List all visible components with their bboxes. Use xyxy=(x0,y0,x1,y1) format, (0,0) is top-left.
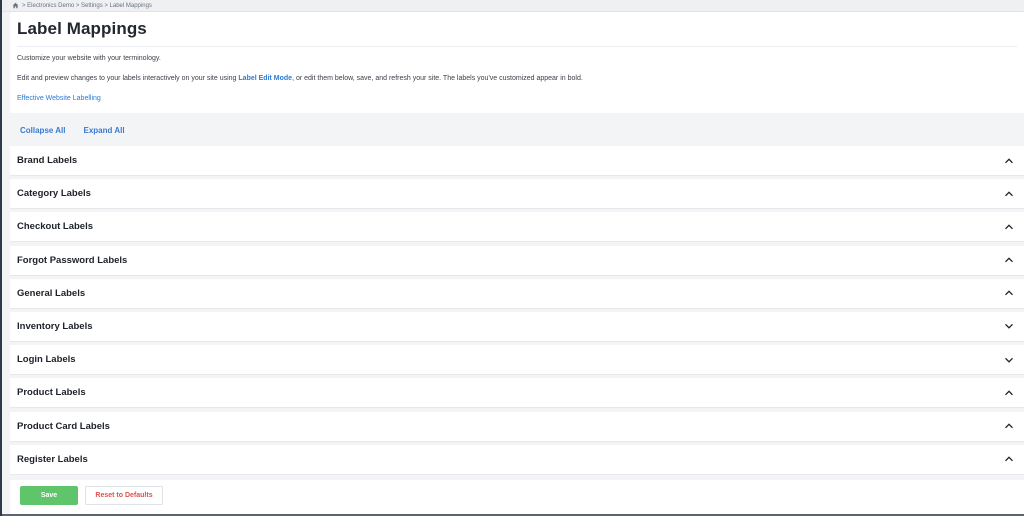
chevron-down-icon[interactable] xyxy=(1003,320,1015,332)
label-edit-mode-link[interactable]: Label Edit Mode xyxy=(238,75,292,82)
accordion-section[interactable]: Register Labels xyxy=(10,444,1024,474)
breadcrumb: > Electronics Demo > Settings > Label Ma… xyxy=(2,0,1024,12)
page-title: Label Mappings xyxy=(17,19,147,38)
save-button[interactable]: Save xyxy=(20,486,78,505)
accordion-section[interactable]: Product Card Labels xyxy=(10,411,1024,441)
accordion-section[interactable]: Brand Labels xyxy=(10,146,1024,175)
footer-actions: Save Reset to Defaults xyxy=(10,480,1024,514)
accordion-section[interactable]: Checkout Labels xyxy=(10,212,1024,242)
section-title: Register Labels xyxy=(17,453,88,465)
chevron-up-icon[interactable] xyxy=(1003,155,1015,167)
section-title: General Labels xyxy=(17,287,86,299)
expand-collapse-controls: Collapse All Expand All xyxy=(20,126,125,135)
description-before: Edit and preview changes to your labels … xyxy=(17,75,239,82)
header-card: Label Mappings Customize your website wi… xyxy=(10,12,1024,113)
chevron-up-icon[interactable] xyxy=(1003,420,1015,432)
reset-to-defaults-button[interactable]: Reset to Defaults xyxy=(85,486,163,505)
chevron-up-icon[interactable] xyxy=(1003,221,1015,233)
breadcrumb-path[interactable]: > Electronics Demo > Settings > Label Ma… xyxy=(22,3,152,9)
section-title: Product Card Labels xyxy=(17,420,110,432)
accordion-section[interactable]: Forgot Password Labels xyxy=(10,245,1024,275)
chevron-up-icon[interactable] xyxy=(1003,453,1015,465)
effective-website-labelling-link[interactable]: Effective Website Labelling xyxy=(17,95,101,102)
section-title: Brand Labels xyxy=(17,155,78,166)
chevron-down-icon[interactable] xyxy=(1003,354,1015,366)
label-sections-list: Brand Labels Category Labels Checkout Labe… xyxy=(10,146,1024,478)
accordion-section[interactable]: Login Labels xyxy=(10,345,1024,375)
chevron-up-icon[interactable] xyxy=(1003,254,1015,266)
header-divider xyxy=(17,46,1017,47)
home-icon[interactable] xyxy=(12,2,19,9)
description-after: , or edit them below, save, and refresh … xyxy=(292,75,583,82)
accordion-section[interactable]: Product Labels xyxy=(10,378,1024,408)
section-title: Product Labels xyxy=(17,387,86,399)
accordion-section[interactable]: Category Labels xyxy=(10,179,1024,209)
chevron-up-icon[interactable] xyxy=(1003,188,1015,200)
chevron-up-icon[interactable] xyxy=(1003,287,1015,299)
collapse-all-button[interactable]: Collapse All xyxy=(20,126,66,135)
accordion-section[interactable]: Inventory Labels xyxy=(10,311,1024,341)
section-title: Forgot Password Labels xyxy=(17,254,128,266)
section-title: Inventory Labels xyxy=(17,320,93,332)
section-title: Checkout Labels xyxy=(17,221,94,233)
description-text: Edit and preview changes to your labels … xyxy=(17,75,583,82)
section-title: Login Labels xyxy=(17,354,76,366)
section-title: Category Labels xyxy=(17,188,91,200)
accordion-section[interactable]: General Labels xyxy=(10,278,1024,308)
app-window: > Electronics Demo > Settings > Label Ma… xyxy=(0,0,1024,516)
intro-text: Customize your website with your termino… xyxy=(17,55,161,62)
expand-all-button[interactable]: Expand All xyxy=(84,126,125,135)
chevron-up-icon[interactable] xyxy=(1003,387,1015,399)
